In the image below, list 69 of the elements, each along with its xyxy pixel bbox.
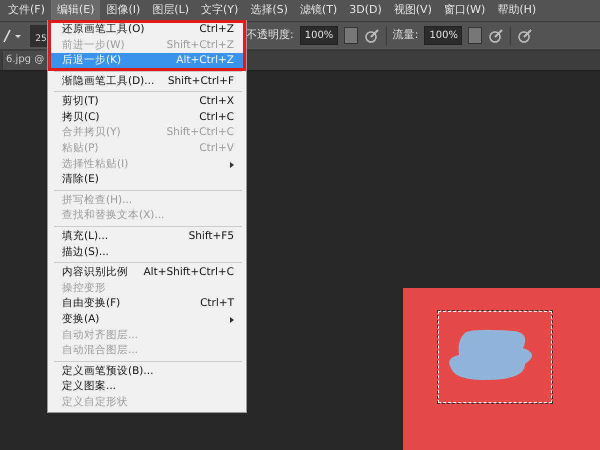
- shortcut-label: Shift+F5: [188, 229, 234, 244]
- shortcut-label: Ctrl+Z: [199, 22, 234, 37]
- menu-item-label: 后退一步(K): [62, 53, 122, 68]
- menu-item-label: 拷贝(C): [62, 110, 100, 125]
- menu-item-label: 拼写检查(H)...: [62, 192, 132, 208]
- menu-item-label: 定义画笔预设(B)...: [62, 364, 154, 379]
- menu-item[interactable]: 定义图案...: [50, 379, 244, 396]
- shortcut-label: Ctrl+T: [200, 296, 234, 312]
- menu-item[interactable]: 内容识别比例 Alt+Shift+Ctrl+C: [50, 265, 244, 281]
- opacity-field[interactable]: 100%: [300, 26, 338, 45]
- menu-item-label: 查找和替换文本(X)...: [62, 208, 164, 224]
- flow-label: 流量:: [392, 27, 418, 44]
- shortcut-label: Alt+Shift+Ctrl+C: [144, 265, 234, 280]
- menu-item-label: 剪切(T): [62, 94, 99, 110]
- submenu-arrow-icon: [230, 316, 234, 323]
- menu-item-label: 渐隐画笔工具(D)...: [62, 74, 154, 89]
- menu-item[interactable]: 渐隐画笔工具(D)... Shift+Ctrl+F: [50, 74, 244, 90]
- menu-item-label: 粘贴(P): [62, 141, 99, 156]
- menu-item-label: 填充(L)...: [62, 229, 108, 244]
- menu-item-label: 描边(S)...: [62, 244, 109, 260]
- menu-item-label: 自由变换(F): [62, 296, 120, 312]
- shortcut-label: Ctrl+V: [199, 141, 234, 156]
- menu-item-label: 内容识别比例: [62, 265, 128, 280]
- menu-item-label: 合并拷贝(Y): [62, 125, 121, 140]
- brush-tool-icon[interactable]: [2, 28, 22, 44]
- submenu-arrow-icon: [230, 162, 234, 168]
- menu-item-label: 前进一步(W): [62, 38, 125, 53]
- menu-bar-item[interactable]: 文字(Y): [195, 0, 244, 21]
- menu-item-label: 自动对齐图层...: [62, 328, 138, 343]
- menu-item-label: 操控变形: [62, 280, 106, 296]
- pressure-size-icon[interactable]: [517, 28, 534, 44]
- pressure-opacity-icon[interactable]: [364, 28, 380, 44]
- opacity-label: 不透明度:: [246, 27, 294, 44]
- shortcut-label: Alt+Ctrl+Z: [176, 53, 234, 68]
- shortcut-label: Shift+Ctrl+C: [166, 125, 234, 140]
- shortcut-label: Ctrl+X: [199, 94, 234, 110]
- menu-item-label: 定义自定形状: [62, 394, 128, 410]
- menu-bar-item[interactable]: 滤镜(T): [294, 0, 344, 21]
- menu-item[interactable]: 描边(S)...: [50, 244, 244, 260]
- menu-item-label: 选择性粘贴(I): [62, 156, 128, 172]
- menu-item[interactable]: 清除(E): [50, 172, 244, 188]
- menu-bar-item[interactable]: 帮助(H): [491, 0, 542, 21]
- menu-item[interactable]: 剪切(T) Ctrl+X: [50, 94, 244, 110]
- menu-item[interactable]: 后退一步(K) Alt+Ctrl+Z: [50, 53, 244, 69]
- shortcut-label: Shift+Ctrl+Z: [166, 38, 234, 53]
- menu-item[interactable]: 填充(L)... Shift+F5: [50, 229, 244, 245]
- menu-item-label: 自动混合图层...: [62, 343, 138, 358]
- menu-bar-item[interactable]: 视图(V): [388, 0, 438, 21]
- menu-item-label: 变换(A): [62, 312, 100, 328]
- menu-item[interactable]: 变换(A): [50, 312, 244, 328]
- menu-item[interactable]: 拷贝(C) Ctrl+C: [50, 110, 244, 126]
- menu-bar-item[interactable]: 编辑(E): [50, 0, 100, 21]
- menu-item-label: 还原画笔工具(O): [62, 22, 144, 37]
- menu-bar-item[interactable]: 3D(D): [343, 0, 388, 21]
- menu-bar-item[interactable]: 窗口(W): [438, 0, 492, 21]
- airbrush-icon[interactable]: [488, 28, 504, 44]
- menu-item[interactable]: 自由变换(F) Ctrl+T: [50, 296, 244, 312]
- document-tab[interactable]: 6.jpg @: [3, 51, 48, 70]
- menu-bar-item[interactable]: 图层(L): [146, 0, 196, 21]
- menu-bar-item[interactable]: 图像(I): [100, 0, 146, 21]
- menu-item[interactable]: 还原画笔工具(O) Ctrl+Z: [50, 22, 244, 38]
- shortcut-label: Ctrl+C: [199, 110, 234, 125]
- menu-item-label: 定义图案...: [62, 379, 116, 394]
- menu-item-label: 清除(E): [62, 172, 99, 188]
- shortcut-label: Shift+Ctrl+F: [168, 74, 234, 89]
- menu-bar-item[interactable]: 选择(S): [244, 0, 294, 21]
- menu-item[interactable]: 定义画笔预设(B)...: [50, 364, 244, 380]
- flow-field[interactable]: 100%: [424, 26, 462, 45]
- menu-bar-item[interactable]: 文件(F): [2, 0, 51, 21]
